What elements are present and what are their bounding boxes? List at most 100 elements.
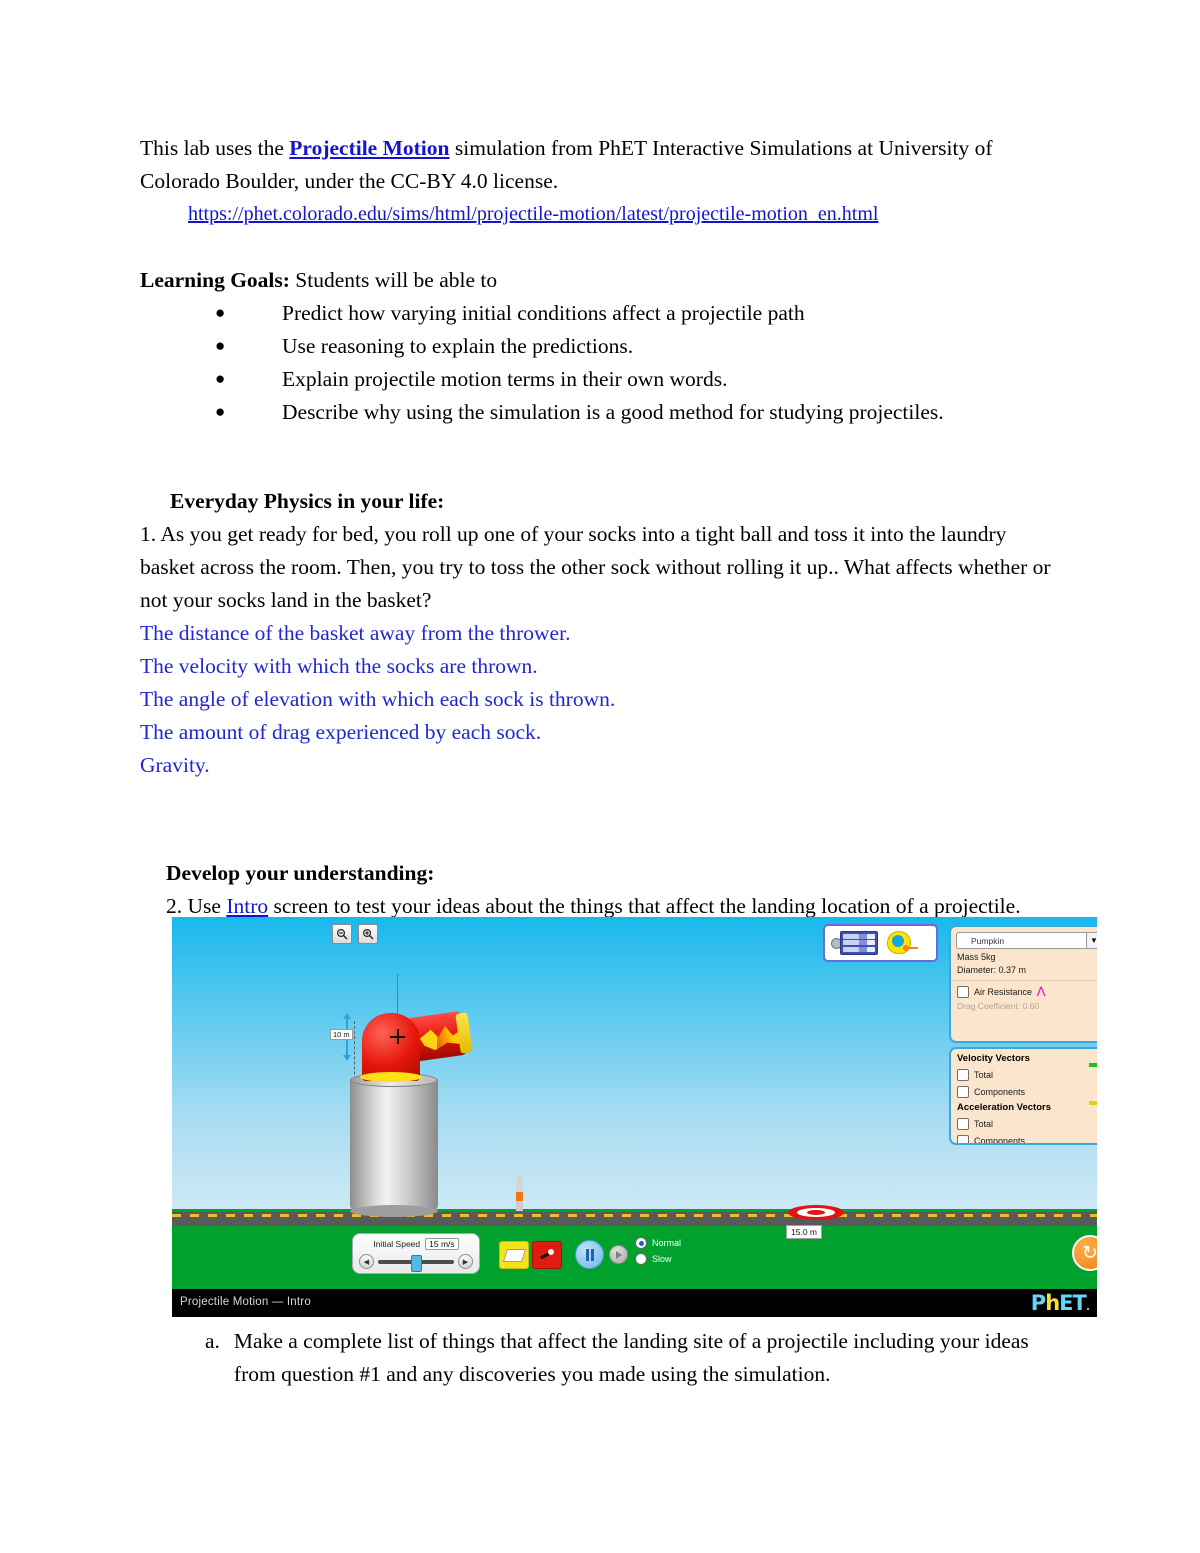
target-bullseye[interactable] bbox=[788, 1205, 844, 1220]
list-item: ● Use reasoning to explain the prediction… bbox=[140, 330, 1060, 363]
goal-text: Explain projectile motion terms in their… bbox=[282, 367, 728, 391]
acceleration-total-row[interactable]: Total bbox=[957, 1118, 1097, 1130]
initial-speed-header: Initial Speed 15 m/s bbox=[353, 1238, 479, 1250]
acceleration-total-checkbox[interactable] bbox=[957, 1118, 969, 1130]
velocity-vectors-heading: Velocity Vectors bbox=[957, 1053, 1030, 1064]
tape-anchor bbox=[903, 945, 909, 951]
normal-radio[interactable] bbox=[635, 1237, 647, 1249]
answer-line: The amount of drag experienced by each s… bbox=[140, 720, 542, 744]
list-item: ● Explain projectile motion terms in thei… bbox=[140, 363, 1060, 396]
cannon-crosshair-icon bbox=[390, 1029, 405, 1044]
intro-text-before: This lab uses the bbox=[140, 136, 290, 160]
measuring-tape-icon[interactable] bbox=[885, 930, 919, 956]
phet-logo: PhET. bbox=[1030, 1291, 1090, 1315]
probe-row bbox=[843, 947, 875, 953]
air-resistance-label: Air Resistance bbox=[974, 987, 1033, 997]
answer-line: The angle of elevation with which each s… bbox=[140, 687, 616, 711]
zoom-out-icon[interactable] bbox=[332, 924, 352, 944]
probe-readout-panel bbox=[840, 931, 878, 955]
road-dashes bbox=[172, 1214, 1097, 1217]
bullet-icon: ● bbox=[215, 336, 226, 355]
list-item: ● Describe why using the simulation is a … bbox=[140, 396, 1060, 429]
step-forward-icon bbox=[615, 1250, 622, 1259]
projectile-type-value: Pumpkin bbox=[971, 935, 1005, 946]
fire-cannon-icon bbox=[540, 1249, 554, 1261]
velocity-total-checkbox[interactable] bbox=[957, 1069, 969, 1081]
learning-goals-list: ● Predict how varying initial conditions … bbox=[140, 297, 1060, 429]
velocity-components-checkbox[interactable] bbox=[957, 1086, 969, 1098]
goal-text: Describe why using the simulation is a g… bbox=[282, 400, 944, 424]
step-forward-button[interactable] bbox=[609, 1245, 628, 1264]
projectile-control-panel: Pumpkin ▼ Mass 5kg Diameter: 0.37 m Air … bbox=[949, 925, 1097, 1043]
sim-url-link[interactable]: https://phet.colorado.edu/sims/html/proj… bbox=[188, 203, 878, 225]
acceleration-components-row[interactable]: Components bbox=[957, 1135, 1097, 1145]
learning-goals-label: Learning Goals: bbox=[140, 268, 290, 292]
normal-speed-option[interactable]: Normal bbox=[635, 1237, 681, 1249]
sub-question-marker: a. bbox=[205, 1329, 220, 1353]
cannon-base-ring bbox=[360, 1072, 422, 1082]
zoom-in-icon[interactable] bbox=[358, 924, 378, 944]
tape-hole bbox=[892, 935, 904, 947]
reference-person bbox=[514, 1175, 524, 1211]
sim-title-bar: Projectile Motion — Intro PhET. bbox=[172, 1289, 1097, 1317]
air-resistance-row[interactable]: Air Resistance ⋀ bbox=[957, 986, 1097, 998]
projectile-motion-link[interactable]: Projectile Motion bbox=[289, 136, 449, 160]
chevron-down-icon[interactable]: ▼ bbox=[1086, 933, 1097, 948]
sim-url-line: https://phet.colorado.edu/sims/html/proj… bbox=[140, 198, 1060, 231]
develop-understanding-heading: Develop your understanding: bbox=[166, 861, 435, 885]
fire-button[interactable] bbox=[532, 1241, 562, 1269]
velocity-components-row[interactable]: Components bbox=[957, 1086, 1097, 1098]
initial-speed-label: Initial Speed bbox=[373, 1239, 421, 1249]
acceleration-components-label: Components bbox=[974, 1136, 1026, 1145]
panel-divider bbox=[951, 980, 1097, 981]
data-probe-icon[interactable] bbox=[831, 930, 879, 956]
initial-speed-slider-row: ◀ ▶ bbox=[359, 1254, 473, 1272]
play-pause-button[interactable] bbox=[575, 1240, 604, 1269]
slider-increment-button[interactable]: ▶ bbox=[458, 1254, 473, 1269]
acceleration-vectors-heading: Acceleration Vectors bbox=[957, 1102, 1051, 1113]
initial-speed-slider[interactable] bbox=[378, 1254, 454, 1272]
slider-thumb[interactable] bbox=[411, 1254, 423, 1272]
air-resistance-checkbox[interactable] bbox=[957, 986, 969, 998]
slider-decrement-button[interactable]: ◀ bbox=[359, 1254, 374, 1269]
q2-text-after: screen to test your ideas about the thin… bbox=[268, 894, 1021, 918]
bullet-icon: ● bbox=[215, 369, 226, 388]
projectile-type-select[interactable]: Pumpkin ▼ bbox=[956, 932, 1097, 949]
road bbox=[172, 1209, 1097, 1226]
probe-row bbox=[843, 933, 875, 939]
velocity-total-row[interactable]: Total bbox=[957, 1069, 1097, 1081]
cannon-elbow[interactable] bbox=[362, 1013, 420, 1081]
vectors-control-panel: Velocity Vectors Total Components Accele… bbox=[949, 1047, 1097, 1145]
air-resistance-icon: ⋀ bbox=[1037, 986, 1046, 997]
document-page: This lab uses the Projectile Motion simu… bbox=[0, 0, 1200, 1553]
person-body bbox=[516, 1180, 523, 1192]
mass-readout: Mass 5kg bbox=[957, 952, 996, 962]
probe-row bbox=[843, 940, 875, 946]
height-arrow-down-icon bbox=[343, 1055, 351, 1061]
eraser-button[interactable] bbox=[499, 1241, 529, 1269]
slow-speed-option[interactable]: Slow bbox=[635, 1253, 681, 1265]
slow-radio[interactable] bbox=[635, 1253, 647, 1265]
initial-speed-value[interactable]: 15 m/s bbox=[425, 1238, 459, 1250]
target-inner-ring bbox=[807, 1210, 825, 1215]
drag-coefficient-readout: Drag Coefficient: 0.60 bbox=[957, 1001, 1040, 1011]
velocity-vector-arrow-icon bbox=[1089, 1063, 1097, 1067]
answer-line: The velocity with which the socks are th… bbox=[140, 654, 538, 678]
phet-simulation-screenshot: Pumpkin ▼ Mass 5kg Diameter: 0.37 m Air … bbox=[172, 917, 1097, 1317]
acceleration-components-checkbox[interactable] bbox=[957, 1135, 969, 1143]
answer-line: The distance of the basket away from the… bbox=[140, 621, 571, 645]
target-distance-label: 15.0 m bbox=[786, 1225, 822, 1239]
list-item: ● Predict how varying initial conditions … bbox=[140, 297, 1060, 330]
reset-all-icon: ↻ bbox=[1082, 1242, 1097, 1264]
everyday-physics-heading: Everyday Physics in your life: bbox=[170, 489, 445, 513]
cannon-height-label: 10 m bbox=[330, 1029, 353, 1040]
answer-line: Gravity. bbox=[140, 753, 210, 777]
toolbox bbox=[823, 924, 938, 962]
initial-speed-control: Initial Speed 15 m/s ◀ ▶ bbox=[352, 1233, 480, 1274]
intro-screen-link[interactable]: Intro bbox=[226, 894, 268, 918]
cannon-tower[interactable] bbox=[350, 1079, 438, 1211]
bullet-icon: ● bbox=[215, 303, 226, 322]
learning-goals-heading: Learning Goals: Students will be able to bbox=[140, 264, 1060, 297]
everyday-physics-question: 1. As you get ready for bed, you roll up… bbox=[140, 522, 1051, 612]
